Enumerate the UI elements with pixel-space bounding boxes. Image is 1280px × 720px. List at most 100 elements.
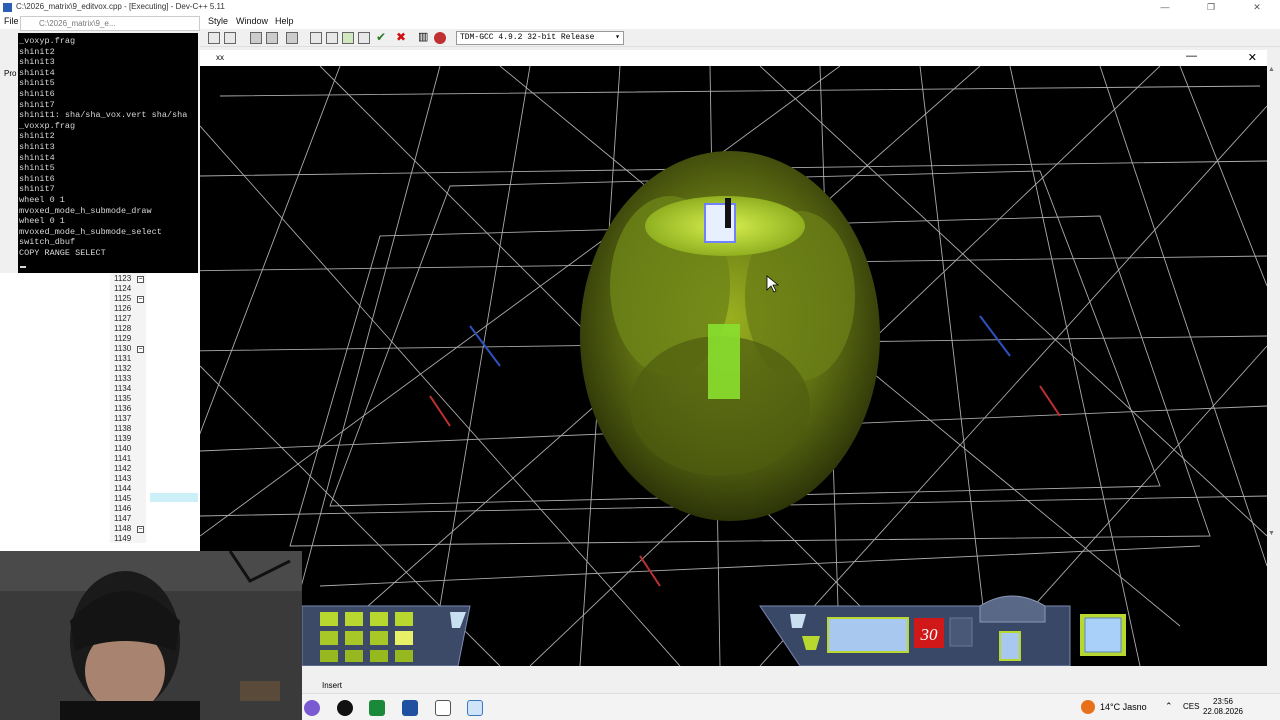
check-icon[interactable]: ✔ (376, 31, 388, 44)
debug-icon[interactable] (434, 32, 446, 44)
compiler-select[interactable]: TDM-GCC 4.9.2 32-bit Release ▾ (456, 31, 624, 45)
console-line: wheel 0 1 (19, 194, 65, 205)
back-icon[interactable] (250, 32, 262, 44)
console-line: shinit6 (19, 88, 55, 99)
minimize-button[interactable]: — (1142, 0, 1188, 15)
menu-window[interactable]: Window (236, 16, 268, 26)
line-number: 1138 (114, 424, 132, 433)
console-line: shinit2 (19, 46, 55, 57)
console-line: COPY RANGE SELECT (19, 247, 106, 258)
console-window: _voxyp.frag shinit2 shinit3 shinit4 shinit5 s… (18, 33, 198, 273)
fold-toggle-icon[interactable]: − (137, 276, 144, 283)
devcpp-window-title: C:\2026_matrix\9_editvox.cpp - [Executin… (16, 2, 225, 11)
insert-mode-indicator: Insert (322, 681, 343, 690)
console-line: shinit3 (19, 141, 55, 152)
line-number: 1141 (114, 454, 132, 463)
window-icon[interactable] (435, 700, 451, 716)
line-number: 1126 (114, 304, 132, 313)
weather-text[interactable]: 14°C Jasno (1100, 702, 1147, 712)
browser-icon[interactable] (304, 700, 320, 716)
console-line: shinit5 (19, 163, 55, 174)
line-number: 1129 (114, 334, 132, 343)
webcam-overlay (0, 551, 302, 720)
window-icon[interactable] (326, 32, 338, 44)
terminal-icon[interactable] (369, 700, 385, 716)
run-icon[interactable] (358, 32, 370, 44)
menu-help[interactable]: Help (275, 16, 294, 26)
devcpp-taskbar-icon[interactable] (402, 700, 418, 716)
hud-grid-display[interactable] (827, 617, 909, 653)
chart-icon[interactable]: ▥ (418, 32, 430, 44)
console-line: shinit4 (19, 152, 55, 163)
console-line: wheel 0 1 (19, 216, 65, 227)
project-tab[interactable]: Pro (4, 69, 16, 78)
toolbar: ✔ ✖ ▥ TDM-GCC 4.9.2 32-bit Release ▾ (200, 29, 1280, 47)
console-cursor (20, 266, 26, 268)
compiler-select-value: TDM-GCC 4.9.2 32-bit Release (460, 33, 595, 42)
code-editor[interactable] (0, 273, 200, 551)
console-line: mvoxed_mode_h_submode_select (19, 226, 162, 237)
line-number-gutter: 1123−1124 1125−1126 1127 1128 1129 1130−1131 1… (110, 273, 146, 543)
tray-expand-icon[interactable]: ⌃ (1165, 701, 1173, 712)
console-line: shinit1: sha/sha_vox.vert sha/sha (19, 110, 188, 121)
line-number: 1145 (114, 494, 132, 503)
scroll-down-arrow-icon[interactable]: ▼ (1268, 530, 1275, 537)
obs-icon[interactable] (337, 700, 353, 716)
toolbar-button[interactable] (208, 32, 220, 44)
fold-toggle-icon[interactable]: − (137, 526, 144, 533)
console-line: _voxyp.frag (19, 36, 76, 46)
line-number: 1128 (114, 324, 132, 333)
line-number: 1143 (114, 474, 132, 483)
line-number: 1131 (114, 354, 132, 363)
line-number: 1127 (114, 314, 132, 323)
console-line: _voxxp.frag (19, 120, 76, 131)
line-number: 1123 (114, 274, 132, 283)
3d-viewport[interactable]: 30 (200, 66, 1267, 666)
hud-left-panel (301, 605, 471, 666)
menu-style[interactable]: Style (208, 16, 228, 26)
clock[interactable]: 23:56 22.08.2026 (1202, 697, 1244, 717)
close-button[interactable]: ✕ (1234, 0, 1280, 15)
line-number: 1124 (114, 284, 132, 293)
maximize-button[interactable]: ❐ (1188, 0, 1234, 15)
line-number: 1137 (114, 414, 132, 423)
compile-icon[interactable] (342, 32, 354, 44)
toolbar-button[interactable] (224, 32, 236, 44)
forward-icon[interactable] (266, 32, 278, 44)
line-number: 1125 (114, 294, 132, 303)
editor-statusbar: Insert (302, 680, 1280, 693)
viewport-close-button[interactable]: ✕ (1248, 51, 1257, 64)
console-titlebar: C:\2026_matrix\9_e... (20, 16, 200, 31)
line-number: 1132 (114, 364, 132, 373)
viewport-title: xx (216, 53, 224, 62)
line-number: 1130 (114, 344, 132, 353)
line-number: 1147 (114, 514, 132, 523)
line-number: 1136 (114, 404, 132, 413)
weather-icon[interactable] (1081, 700, 1095, 714)
voxel-scene[interactable]: 30 (200, 66, 1267, 666)
language-indicator[interactable]: CES (1183, 702, 1199, 711)
console-line: switch_dbuf (19, 237, 76, 248)
grid-icon[interactable] (310, 32, 322, 44)
console-line: shinit7 (19, 184, 55, 195)
line-number: 1148 (114, 524, 132, 533)
viewport-minimize-button[interactable]: — (1186, 50, 1197, 62)
bookmark-icon[interactable] (286, 32, 298, 44)
voxel-bush[interactable] (580, 151, 880, 521)
line-number: 1134 (114, 384, 132, 393)
fold-toggle-icon[interactable]: − (137, 346, 144, 353)
hud-right-panel: 30 (759, 595, 1126, 666)
console-line: shinit7 (19, 99, 55, 110)
line-number: 1139 (114, 434, 132, 443)
menu-file[interactable]: File (4, 16, 19, 26)
console-line: shinit5 (19, 78, 55, 89)
app-window-icon[interactable] (467, 700, 483, 716)
console-output: _voxyp.frag shinit2 shinit3 shinit4 shinit5 s… (18, 33, 198, 258)
clock-date: 22.08.2026 (1202, 707, 1244, 716)
window-controls: — ❐ ✕ (1142, 0, 1280, 15)
devcpp-app-icon (3, 3, 12, 12)
stop-icon[interactable]: ✖ (396, 31, 408, 44)
taskbar: 14°C Jasno ⌃ CES 23:56 22.08.2026 (302, 693, 1280, 720)
scroll-up-arrow-icon[interactable]: ▲ (1268, 66, 1275, 73)
fold-toggle-icon[interactable]: − (137, 296, 144, 303)
